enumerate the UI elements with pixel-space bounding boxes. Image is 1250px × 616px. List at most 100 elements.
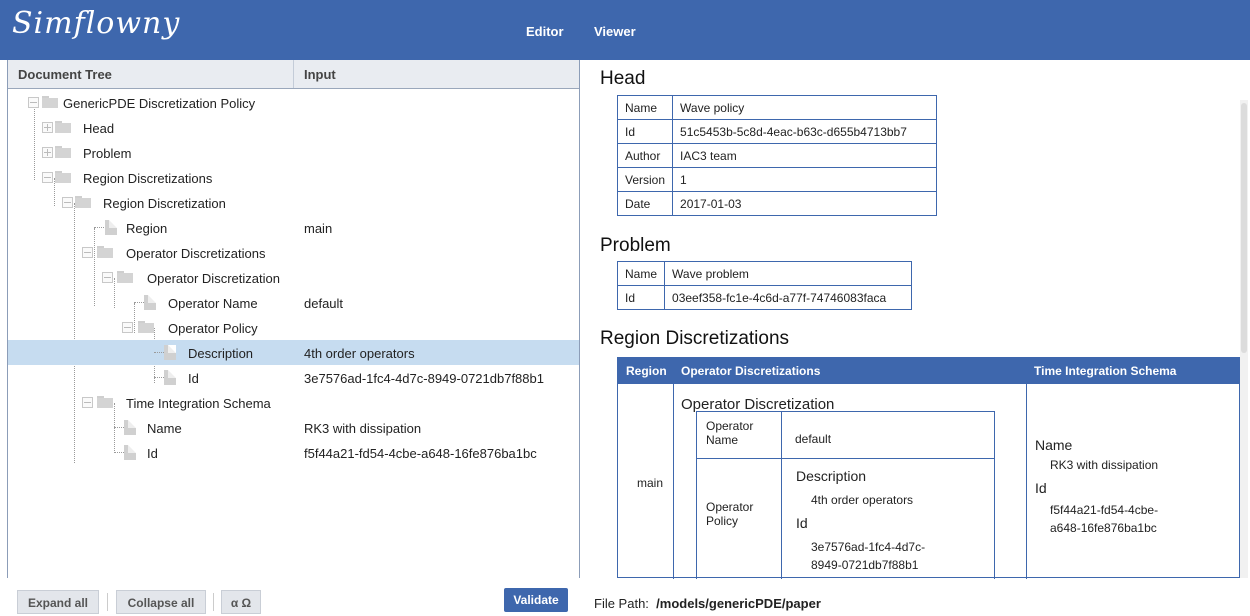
column-divider[interactable]: [293, 60, 294, 88]
tree-node-value[interactable]: 3e7576ad-1fc4-4d7c-8949-0721db7f88b1: [304, 371, 544, 386]
tree-node-label: Operator Discretization: [147, 271, 280, 286]
tree-node-region-discretization[interactable]: Region Discretization: [8, 190, 579, 215]
tree-node-id[interactable]: Id 3e7576ad-1fc4-4d7c-8949-0721db7f88b1: [8, 365, 579, 390]
tree-node-label: Head: [83, 121, 115, 136]
folder-icon: [55, 146, 71, 158]
tree-node-value[interactable]: default: [304, 296, 343, 311]
tree-node-time-integration-schema[interactable]: Time Integration Schema: [8, 390, 579, 415]
collapse-icon[interactable]: [28, 97, 39, 108]
tree-node-region[interactable]: Region main: [8, 215, 579, 240]
region-discretizations-title: Region Discretizations: [600, 328, 790, 349]
problem-row: Name Wave problem: [616, 261, 912, 286]
tree-node-schema-id[interactable]: Id f5f44a21-fd54-4cbe-a648-16fe876ba1bc: [8, 440, 579, 465]
collapse-icon[interactable]: [102, 272, 113, 283]
operator-policy-label: Operator Policy: [706, 500, 754, 528]
tree-node-label: Operator Name: [168, 296, 258, 311]
operator-name-label: Operator Name: [706, 419, 754, 447]
head-value: 51c5453b-5c8d-4eac-b63c-d655b4713bb7: [672, 119, 937, 144]
policy-id-label: Id: [796, 515, 808, 531]
symbols-button[interactable]: α Ω: [221, 590, 261, 614]
region-discretizations-table: Region Operator Discretizations Time Int…: [617, 357, 1240, 579]
tree-node-description[interactable]: Description 4th order operators: [8, 340, 579, 365]
rd-header-tis: Time Integration Schema: [1034, 364, 1177, 378]
problem-key: Id: [616, 285, 666, 310]
policy-id-value-line2: 8949-0721db7f88b1: [811, 558, 919, 572]
problem-value: 03eef358-fc1e-4c6d-a77f-74746083faca: [664, 285, 912, 310]
tis-id-label: Id: [1035, 480, 1047, 496]
head-row: Date 2017-01-03: [616, 191, 937, 216]
tree-header: Document Tree Input: [8, 60, 579, 89]
file-path: File Path: /models/genericPDE/paper: [594, 596, 821, 611]
folder-icon: [97, 246, 113, 258]
tree-node-value[interactable]: 4th order operators: [304, 346, 415, 361]
head-table: Name Wave policy Id 51c5453b-5c8d-4eac-b63…: [616, 95, 937, 216]
problem-row: Id 03eef358-fc1e-4c6d-a77f-74746083faca: [616, 285, 912, 310]
head-key: Name: [616, 95, 674, 120]
document-tree-panel: Document Tree Input GenericPDE Discretiz…: [7, 60, 580, 579]
head-row: Name Wave policy: [616, 95, 937, 120]
file-path-value: /models/genericPDE/paper: [656, 596, 821, 611]
tree-node-label: Id: [147, 446, 158, 461]
tree-node-label: Id: [188, 371, 199, 386]
head-row: Version 1: [616, 167, 937, 192]
problem-key: Name: [616, 261, 666, 286]
head-key: Date: [616, 191, 674, 216]
tree-node-operator-name[interactable]: Operator Name default: [8, 290, 579, 315]
tree-node-region-discretizations[interactable]: Region Discretizations: [8, 165, 579, 190]
tree-node-label: Region: [126, 221, 168, 236]
tree-node-label: Problem: [83, 146, 132, 161]
collapse-icon[interactable]: [82, 397, 93, 408]
head-value: 2017-01-03: [672, 191, 937, 216]
head-key: Version: [616, 167, 674, 192]
collapse-icon[interactable]: [42, 172, 53, 183]
nav-editor[interactable]: Editor: [526, 24, 564, 39]
head-key: Author: [616, 143, 674, 168]
folder-icon: [97, 396, 113, 408]
tree-node-operator-policy[interactable]: Operator Policy: [8, 315, 579, 340]
tree-node-value[interactable]: RK3 with dissipation: [304, 421, 421, 436]
folder-icon: [117, 271, 133, 283]
tree-node-operator-discretization[interactable]: Operator Discretization: [8, 265, 579, 290]
head-row: Id 51c5453b-5c8d-4eac-b63c-d655b4713bb7: [616, 119, 937, 144]
collapse-all-button[interactable]: Collapse all: [116, 590, 206, 614]
tis-id-value-line1: f5f44a21-fd54-4cbe-: [1050, 503, 1159, 517]
tree-node-value[interactable]: f5f44a21-fd54-4cbe-a648-16fe876ba1bc: [304, 446, 537, 461]
expand-icon[interactable]: [42, 147, 53, 158]
problem-value: Wave problem: [664, 261, 912, 286]
rd-header-region: Region: [626, 364, 667, 378]
tree-node-value[interactable]: main: [304, 221, 332, 236]
rd-header-operators: Operator Discretizations: [681, 364, 821, 378]
viewer-scrollbar-thumb[interactable]: [1241, 103, 1247, 353]
tree-node-root[interactable]: GenericPDE Discretization Policy: [8, 90, 579, 115]
collapse-icon[interactable]: [62, 197, 73, 208]
head-value: IAC3 team: [672, 143, 937, 168]
tis-name-label: Name: [1035, 437, 1073, 453]
expand-icon[interactable]: [42, 122, 53, 133]
tree-node-operator-discretizations[interactable]: Operator Discretizations: [8, 240, 579, 265]
head-value: Wave policy: [672, 95, 937, 120]
nav-viewer[interactable]: Viewer: [594, 24, 636, 39]
document-icon: [105, 220, 117, 235]
validate-button[interactable]: Validate: [504, 588, 568, 612]
description-label: Description: [796, 468, 867, 484]
tree-node-head[interactable]: Head: [8, 115, 579, 140]
tree-node-label: Region Discretization: [103, 196, 226, 211]
tree-node-label: Description: [188, 346, 254, 361]
app-logo: Simflowny: [12, 6, 181, 41]
file-path-label: File Path:: [594, 596, 649, 611]
collapse-icon[interactable]: [82, 247, 93, 258]
tree-node-problem[interactable]: Problem: [8, 140, 579, 165]
head-value: 1: [672, 167, 937, 192]
rd-table-header: Region Operator Discretizations Time Int…: [618, 358, 1239, 384]
folder-icon: [55, 171, 71, 183]
tree-node-label: Operator Policy: [168, 321, 258, 336]
description-value: 4th order operators: [811, 493, 914, 507]
tree-node-label: Time Integration Schema: [126, 396, 271, 411]
document-icon: [124, 445, 136, 460]
document-icon: [164, 345, 176, 360]
tree-node-name[interactable]: Name RK3 with dissipation: [8, 415, 579, 440]
expand-all-button[interactable]: Expand all: [17, 590, 99, 614]
collapse-icon[interactable]: [122, 322, 133, 333]
rd-region-value: main: [637, 476, 664, 490]
folder-icon: [55, 121, 71, 133]
